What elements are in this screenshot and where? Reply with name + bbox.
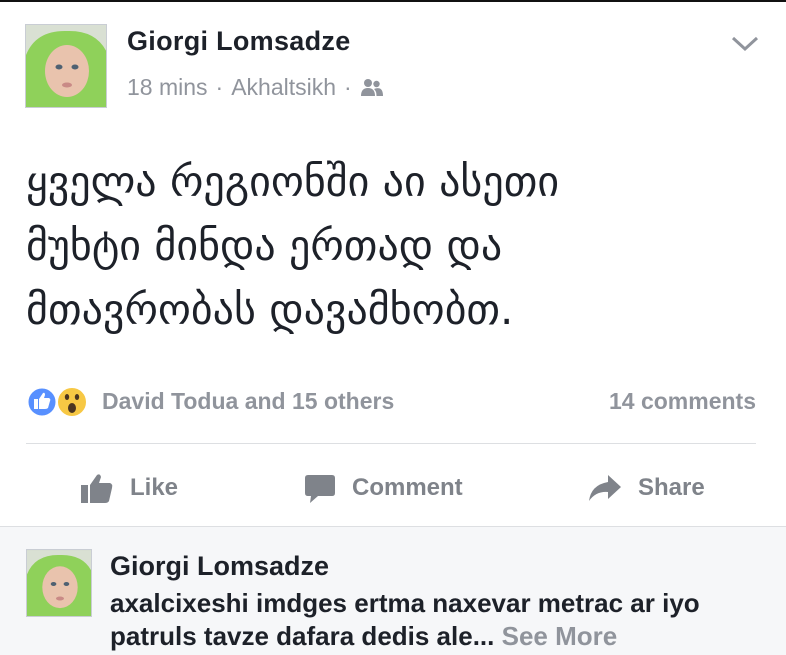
post-text-line: ყველა რეგიონში აი ასეთი: [26, 157, 560, 206]
comment-label: Comment: [352, 474, 463, 501]
meta-separator: ·: [215, 74, 224, 100]
see-more-link[interactable]: See More: [502, 621, 618, 651]
meta-separator-2: ·: [344, 74, 352, 100]
comment-text: axalcixeshi imdges ertma naxevar metrac …: [110, 587, 770, 653]
post-card: Giorgi Lomsadze 18 mins · Akhaltsikh · ყ…: [0, 2, 786, 526]
comment-bubble-icon: [305, 475, 335, 503]
post-text-line: მუხტი მინდა ერთად და: [26, 221, 503, 270]
reaction-names[interactable]: David Todua and 15 others: [102, 388, 394, 415]
wow-reaction-icon: [56, 386, 88, 418]
share-button[interactable]: Share: [588, 466, 705, 510]
thumbs-up-icon: [81, 474, 113, 503]
post-body: ყველა რეგიონში აი ასეთი მუხტი მინდა ერთა…: [26, 150, 726, 342]
friends-icon: [360, 78, 383, 96]
author-avatar[interactable]: [25, 24, 107, 108]
reactions-bar: David Todua and 15 others 14 comments: [26, 382, 756, 422]
post-author-name[interactable]: Giorgi Lomsadze: [127, 26, 351, 57]
divider: [26, 443, 756, 444]
chevron-down-icon[interactable]: [730, 34, 760, 54]
commenter-name[interactable]: Giorgi Lomsadze: [110, 551, 329, 582]
like-button[interactable]: Like: [80, 466, 178, 510]
commenter-avatar-image: [27, 550, 91, 616]
reaction-icons[interactable]: [26, 384, 96, 418]
post-location[interactable]: Akhaltsikh: [231, 74, 336, 101]
post-text-line: მთავრობას დავამხობთ.: [26, 285, 514, 334]
like-label: Like: [130, 474, 179, 501]
comment-button[interactable]: Comment: [304, 466, 463, 510]
post-timestamp[interactable]: 18 mins: [127, 74, 208, 101]
post-meta: 18 mins · Akhaltsikh ·: [127, 74, 384, 101]
like-reaction-icon: [26, 386, 58, 418]
avatar-image: [26, 25, 106, 107]
commenter-avatar[interactable]: [26, 549, 92, 617]
share-arrow-icon: [589, 475, 621, 501]
share-label: Share: [638, 474, 705, 501]
comments-count[interactable]: 14 comments: [609, 388, 756, 415]
comment-preview: Giorgi Lomsadze axalcixeshi imdges ertma…: [0, 526, 786, 655]
